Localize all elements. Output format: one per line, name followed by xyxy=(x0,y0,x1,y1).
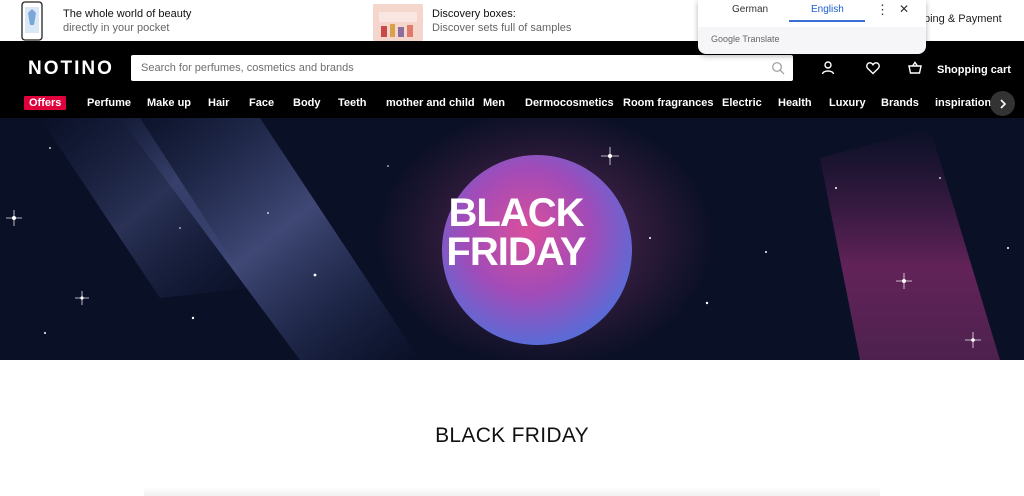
nav-item-inspiration[interactable]: inspiration xyxy=(935,96,991,110)
hero-title-line1: BLACK xyxy=(448,191,585,235)
section-title: BLACK FRIDAY xyxy=(435,424,589,447)
search-icon[interactable] xyxy=(771,61,785,75)
nav-item-perfume[interactable]: Perfume xyxy=(87,96,131,110)
app-promo-title: The whole world of beauty xyxy=(63,7,192,20)
active-tab-indicator xyxy=(789,20,865,22)
basket-icon[interactable] xyxy=(907,60,923,76)
google-translate-brand: Google Translate xyxy=(711,34,780,44)
search-bar[interactable] xyxy=(131,55,793,81)
category-nav: Offers Perfume Make up Hair Face Body Te… xyxy=(0,91,1024,116)
shipping-payment-link[interactable]: ping & Payment xyxy=(924,13,1002,25)
nav-item-body[interactable]: Body xyxy=(293,96,321,110)
discovery-box-subtitle: Discover sets full of samples xyxy=(432,21,572,34)
close-icon[interactable]: ✕ xyxy=(899,2,909,16)
nav-item-mother-and-child[interactable]: mother and child xyxy=(386,96,475,110)
heart-icon[interactable] xyxy=(865,60,881,76)
discovery-box-image xyxy=(373,4,423,41)
search-input[interactable] xyxy=(141,55,761,81)
translate-tabs: German English ⋮ ✕ xyxy=(698,0,926,27)
nav-item-make-up[interactable]: Make up xyxy=(147,96,191,110)
nav-item-room-fragrances[interactable]: Room fragrances xyxy=(623,96,713,110)
nav-item-face[interactable]: Face xyxy=(249,96,274,110)
nav-scroll-right-button[interactable] xyxy=(990,91,1015,116)
user-icon[interactable] xyxy=(820,60,836,76)
hero-title: BLACK FRIDAY xyxy=(440,191,592,274)
nav-item-dermocosmetics[interactable]: Dermocosmetics xyxy=(525,96,614,110)
tab-english[interactable]: English xyxy=(811,4,844,15)
app-promo-subtitle: directly in your pocket xyxy=(63,21,170,34)
shopping-cart-link[interactable]: Shopping cart xyxy=(937,64,1011,76)
nav-item-luxury[interactable]: Luxury xyxy=(829,96,866,110)
nav-item-men[interactable]: Men xyxy=(483,96,505,110)
nav-item-offers[interactable]: Offers xyxy=(24,96,67,110)
more-options-icon[interactable]: ⋮ xyxy=(876,2,889,18)
notino-logo[interactable]: NOTINO xyxy=(28,58,114,80)
nav-item-hair[interactable]: Hair xyxy=(208,96,229,110)
tab-german[interactable]: German xyxy=(732,4,768,15)
translate-popup: German English ⋮ ✕ Google Translate xyxy=(698,0,926,54)
nav-item-teeth[interactable]: Teeth xyxy=(338,96,367,110)
hero-title-line2: FRIDAY xyxy=(446,230,586,274)
hero-banner[interactable]: BLACK FRIDAY xyxy=(0,118,1024,360)
nav-item-health[interactable]: Health xyxy=(778,96,812,110)
nav-item-electric[interactable]: Electric xyxy=(722,96,762,110)
nav-item-brands[interactable]: Brands xyxy=(881,96,919,110)
content-card-edge xyxy=(144,487,880,496)
discovery-box-title: Discovery boxes: xyxy=(432,7,516,20)
phone-icon xyxy=(21,1,43,41)
chevron-right-icon xyxy=(999,98,1006,109)
